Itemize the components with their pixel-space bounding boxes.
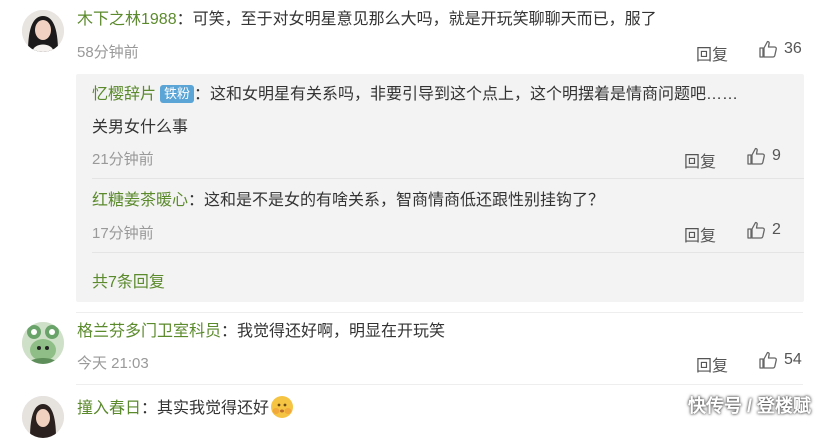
comment-text: 格兰芬多门卫室科员：我觉得还好啊，明显在开玩笑 [77,321,445,343]
avatar[interactable] [22,10,64,52]
reply-body: 这和女明星有关系吗，非要引导到这个点上，这个明摆着是情商问题吧…… [210,86,739,103]
like-button[interactable]: 9 [746,146,781,166]
like-button[interactable]: 36 [758,39,802,59]
separator: ： [176,11,193,28]
comment-body: 可笑，至于对女明星意见那么大吗，就是开玩笑聊聊天而已，服了 [192,11,657,28]
separator: ： [221,323,238,340]
comment-body: 我觉得还好啊，明显在开玩笑 [237,323,446,340]
username-link[interactable]: 红糖姜茶暖心 [92,192,188,209]
separator: ： [194,86,211,103]
divider [92,252,804,253]
timestamp: 17分钟前 [92,225,154,242]
thumbs-up-icon [759,351,777,369]
avatar[interactable] [22,322,64,364]
thumbs-up-icon [759,40,777,58]
username-link[interactable]: 格兰芬多门卫室科员 [77,323,221,340]
comment-divider [76,312,803,313]
fan-badge: 铁粉 [160,85,195,103]
comment-body: 其实我觉得还好 [157,400,270,417]
separator: ： [141,400,158,417]
replies-box: 忆樱辞片 铁粉 ：这和女明星有关系吗，非要引导到这个点上，这个明摆着是情商问题吧……… [76,74,804,302]
like-button[interactable]: 54 [758,350,802,370]
watermark: 快传号 / 登楼赋 [687,396,811,416]
reply-button[interactable]: 回复 [696,352,728,376]
comment-text: 撞入春日：其实我觉得还好 [77,396,294,420]
like-count: 54 [784,351,802,368]
timestamp: 今天 21:03 [77,355,149,372]
reply-text-continued: 关男女什么事 [92,119,189,136]
reply-text: 忆樱辞片 铁粉 ：这和女明星有关系吗，非要引导到这个点上，这个明摆着是情商问题吧…… [92,84,738,106]
like-count: 2 [772,221,781,238]
thumbs-up-icon [747,147,765,165]
divider [92,178,804,179]
username-link[interactable]: 撞入春日 [77,400,141,417]
reply-body: 这和是不是女的有啥关系，智商情商低还跟性别挂钩了？ [204,192,605,209]
view-more-replies-link[interactable]: 共7条回复 [92,268,165,292]
covering-face-emoji-icon [271,396,294,418]
like-count: 36 [784,40,802,57]
username-link[interactable]: 木下之林1988 [77,11,177,28]
username-link[interactable]: 忆樱辞片 [92,86,156,103]
comment-divider [76,384,803,385]
separator: ： [188,192,205,209]
avatar[interactable] [22,396,64,438]
reply-button[interactable]: 回复 [696,41,728,65]
like-count: 9 [772,147,781,164]
reply-text: 红糖姜茶暖心：这和是不是女的有啥关系，智商情商低还跟性别挂钩了？ [92,190,604,212]
timestamp: 21分钟前 [92,151,154,168]
like-button[interactable]: 2 [746,220,781,240]
comment-text: 木下之林1988：可笑，至于对女明星意见那么大吗，就是开玩笑聊聊天而已，服了 [77,9,657,31]
reply-button[interactable]: 回复 [684,222,716,246]
timestamp: 58分钟前 [77,44,139,61]
thumbs-up-icon [747,221,765,239]
reply-button[interactable]: 回复 [684,148,716,172]
